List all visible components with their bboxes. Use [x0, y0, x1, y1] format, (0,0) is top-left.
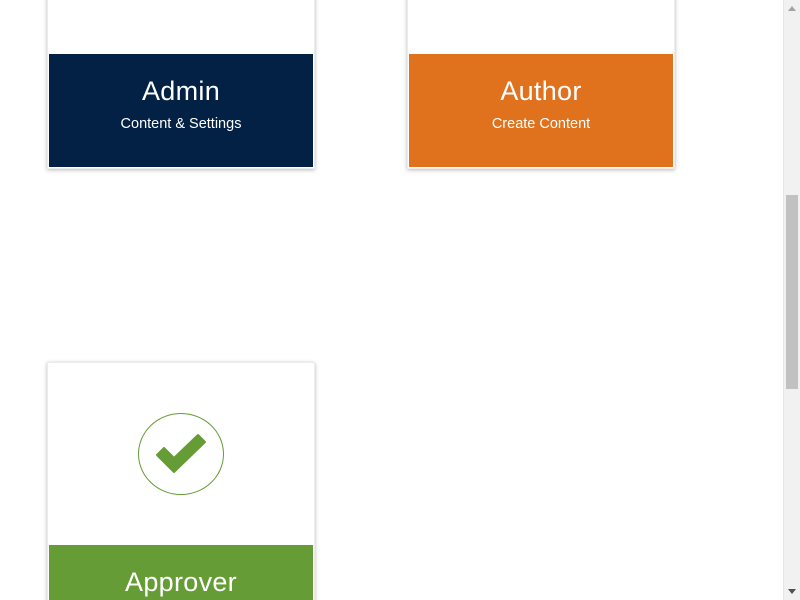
scroll-down-arrow-icon[interactable] [784, 583, 800, 600]
scrollbar-thumb[interactable] [786, 195, 798, 389]
card-icon-area [48, 363, 314, 545]
card-label-area: Approver [49, 545, 313, 600]
role-title: Admin [141, 76, 221, 106]
card-label-area: Author Create Content [409, 54, 673, 167]
role-selection-page: Admin Content & Settings Author Create C… [0, 0, 800, 600]
role-title: Approver [125, 567, 237, 597]
scroll-up-arrow-icon[interactable] [784, 0, 800, 17]
role-subtitle: Create Content [491, 116, 591, 132]
role-title: Author [500, 76, 582, 106]
card-icon-area [408, 0, 674, 54]
role-card-author[interactable]: Author Create Content [407, 0, 675, 169]
role-card-admin[interactable]: Admin Content & Settings [47, 0, 315, 169]
role-card-approver[interactable]: Approver [47, 362, 315, 600]
vertical-scrollbar[interactable] [783, 0, 800, 600]
card-icon-area [48, 0, 314, 54]
role-subtitle: Content & Settings [120, 116, 242, 132]
checkmark-circle [138, 413, 224, 495]
checkmark-icon [156, 434, 206, 473]
card-label-area: Admin Content & Settings [49, 54, 313, 167]
